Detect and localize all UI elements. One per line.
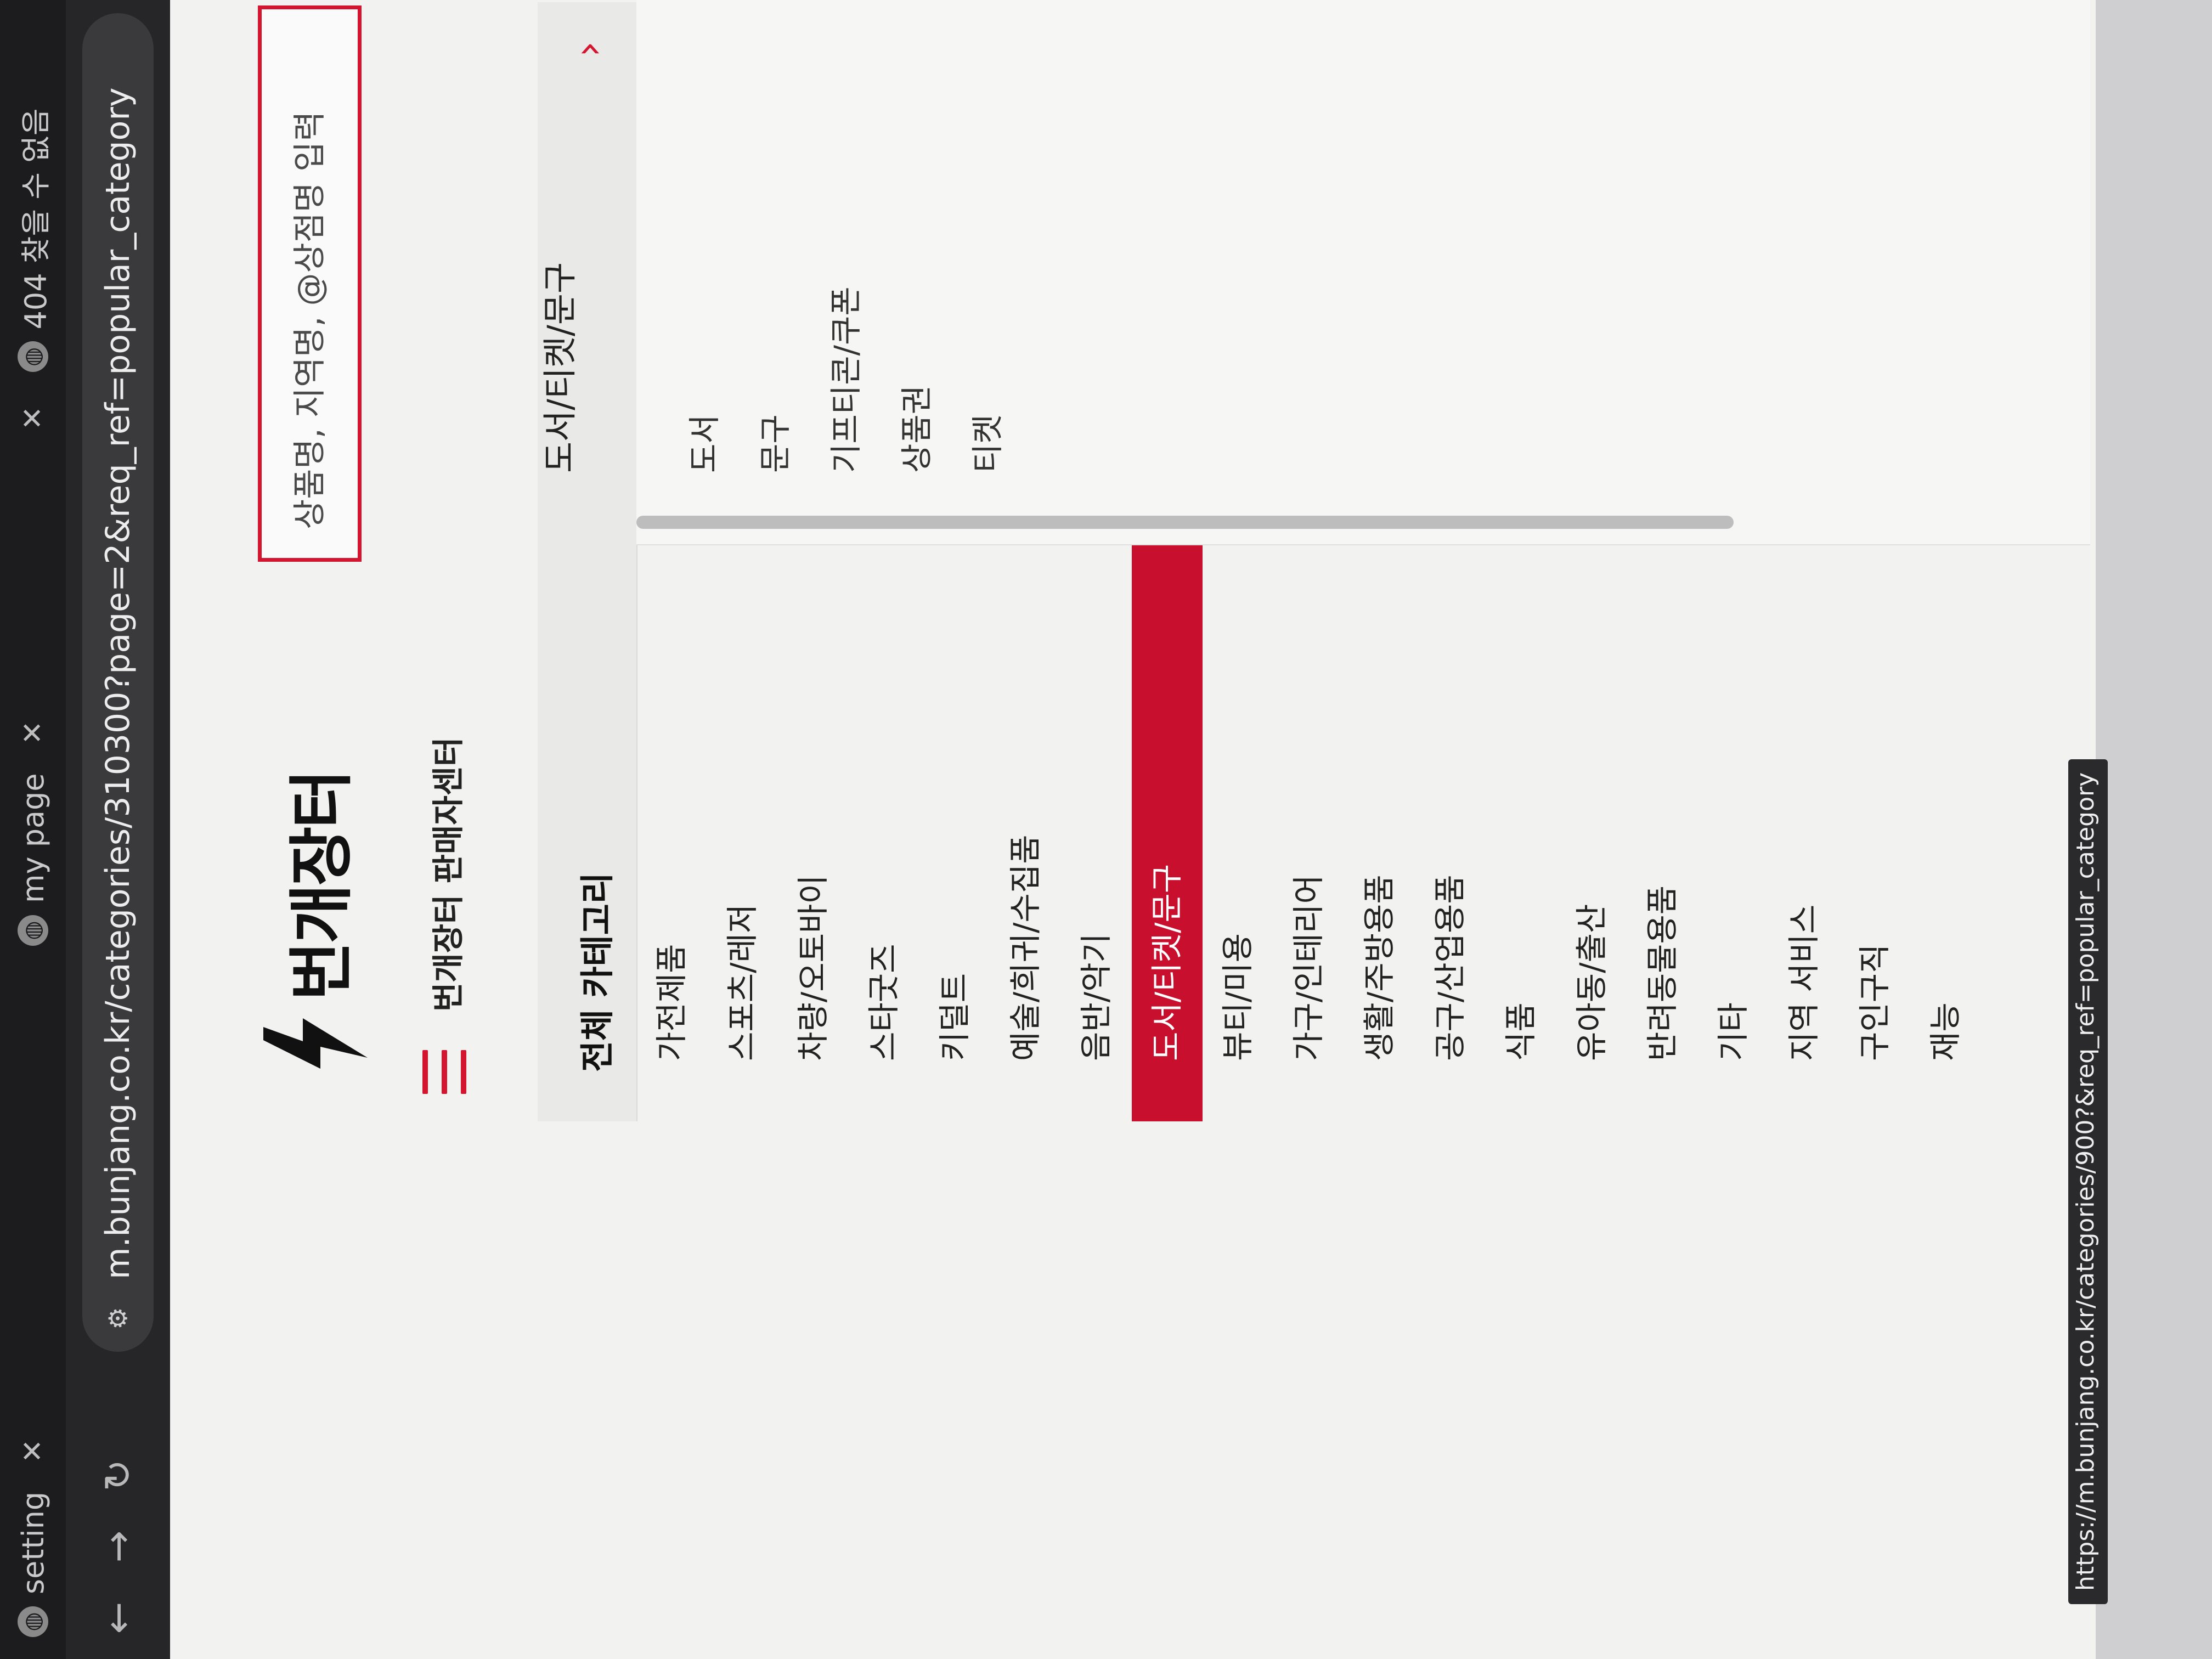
rotated-screen: ◍ setting ✕ ◍ my page ✕ ✕ ◍ 404 찾을 수 없음 …	[0, 0, 2212, 1659]
site-settings-icon[interactable]: ⚙	[99, 1299, 137, 1338]
chevron-right-icon: ›	[565, 41, 611, 57]
category-item-label: 스포츠/레저	[724, 904, 761, 1061]
category-item-label: 가전제품	[653, 944, 690, 1061]
close-tab-icon[interactable]: ✕	[16, 721, 49, 745]
category-item-label: 뷰티/미용	[1219, 933, 1256, 1061]
category-item-label: 공구/산업용품	[1431, 874, 1469, 1061]
category-item-label: 반려동물용품	[1644, 885, 1681, 1061]
seller-center-link[interactable]: 번개장터 판매자센터	[422, 737, 469, 1012]
status-bar-url: https://m.bunjang.co.kr/categories/900?&…	[2068, 759, 2108, 1604]
category-item-label: 지역 서비스	[1785, 904, 1822, 1061]
lightning-bolt-icon	[263, 1018, 368, 1069]
subcategory-item[interactable]: 티켓	[952, 286, 1023, 473]
subcategory-panel: 도서/티켓/문구 도서 문구 기프티콘/쿠폰 상품권 티켓	[540, 0, 2090, 545]
tab-404[interactable]: ✕ ◍ 404 찾을 수 없음	[0, 108, 66, 430]
address-url: m.bunjang.co.kr/categories/310300?page=2…	[99, 87, 137, 1279]
globe-icon: ◍	[18, 1606, 48, 1637]
tab-title: 404 찾을 수 없음	[18, 108, 53, 330]
forward-icon[interactable]: →	[93, 1522, 143, 1571]
category-item-label: 도서/티켓/문구	[1148, 864, 1186, 1061]
category-item-label: 재능	[1927, 1002, 1964, 1061]
address-bar[interactable]: ⚙ m.bunjang.co.kr/categories/310300?page…	[82, 13, 154, 1352]
category-item-label: 유아동/출산	[1573, 904, 1610, 1061]
subcategory-item[interactable]: 문구	[740, 286, 811, 473]
subcategory-item[interactable]: 기프티콘/쿠폰	[811, 286, 882, 473]
category-header: 전체 카테고리 ›	[538, 2, 637, 1121]
logo[interactable]: 번개장터	[263, 771, 368, 1077]
tab-my-page[interactable]: ◍ my page ✕	[0, 721, 66, 946]
category-item-label: 스타굿즈	[865, 944, 902, 1061]
scrollbar[interactable]	[636, 516, 1734, 529]
search-box[interactable]	[258, 5, 362, 562]
close-tab-icon[interactable]: ✕	[16, 1439, 49, 1463]
subcategory-item[interactable]: 상품권	[882, 286, 952, 473]
tab-title: setting	[15, 1491, 50, 1594]
category-item-label: 음반/악기	[1077, 933, 1115, 1061]
category-item-label: 키덜트	[936, 973, 973, 1061]
tab-setting[interactable]: ◍ setting ✕	[0, 1439, 66, 1637]
logo-text: 번개장터	[283, 771, 359, 1001]
tab-title: my page	[15, 773, 50, 903]
back-icon[interactable]: ←	[93, 1593, 143, 1643]
all-categories-title: 전체 카테고리	[577, 872, 617, 1072]
browser-toolbar: ← → ↻ ⚙ m.bunjang.co.kr/categories/31030…	[66, 0, 170, 1659]
category-item-label: 차량/오토바이	[794, 874, 832, 1061]
subcategory-title: 도서/티켓/문구	[540, 262, 580, 473]
browser-tab-bar: ◍ setting ✕ ◍ my page ✕ ✕ ◍ 404 찾을 수 없음	[0, 0, 66, 1659]
subcategory-item[interactable]: 도서	[669, 286, 740, 473]
hamburger-menu-icon[interactable]	[422, 1050, 466, 1094]
category-item-label: 가구/인테리어	[1290, 874, 1327, 1061]
close-tab-icon[interactable]: ✕	[16, 406, 49, 430]
category-item-label: 기타	[1714, 1002, 1752, 1061]
globe-icon: ◍	[18, 341, 48, 373]
category-item-label: 예술/희귀/수집품	[1007, 834, 1044, 1061]
globe-icon: ◍	[18, 915, 48, 946]
category-item-label: 생활/주방용품	[1361, 874, 1398, 1061]
search-input[interactable]	[290, 35, 330, 531]
subcategory-list: 도서 문구 기프티콘/쿠폰 상품권 티켓	[669, 286, 1023, 473]
category-item-label: 구인구직	[1856, 944, 1893, 1061]
reload-icon[interactable]: ↻	[93, 1451, 143, 1500]
product-image-strip	[2096, 0, 2212, 1659]
web-page: 번개장터 번개장터 판매자센터 전체 카테고리 › 가전제품 스포츠/레저 차량/오…	[170, 0, 2212, 1659]
category-item-label: 식품	[1502, 1002, 1539, 1061]
